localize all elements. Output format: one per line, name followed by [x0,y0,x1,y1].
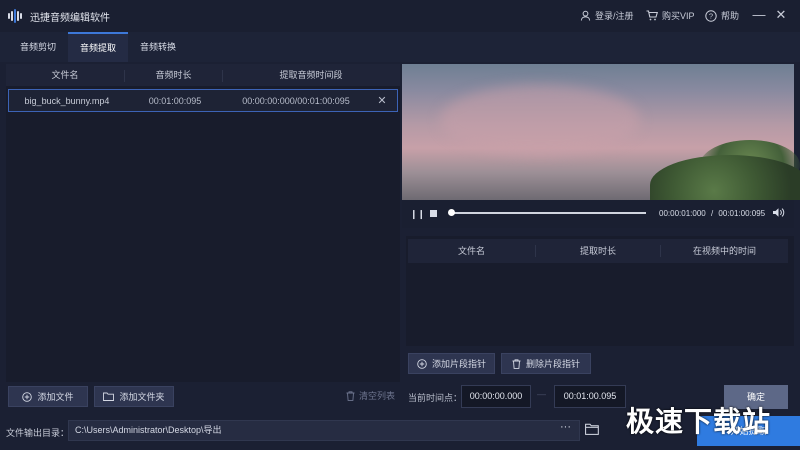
progress-handle[interactable] [448,209,455,216]
start-time-input[interactable]: 00:00:00.000 [461,385,531,408]
file-table-header: 文件名 音频时长 提取音频时间段 [6,64,400,86]
add-pointer-button[interactable]: 添加片段指针 [408,353,495,374]
login-label: 登录/注册 [595,11,634,21]
header-clip-duration: 提取时长 [579,246,616,256]
header-clip-filename: 文件名 [457,246,485,256]
app-logo-icon [8,9,24,23]
add-file-button[interactable]: 添加文件 [8,386,88,407]
plus-circle-icon [22,391,33,402]
time-separator: / [710,209,714,218]
time-point-label: 当前时间点： [408,393,463,403]
time-readout: 00:00:01:000 / 00:01:00:095 [659,209,765,218]
header-duration: 音频时长 [155,70,192,80]
watermark: 极速下载站 [626,406,772,437]
tab-audio-extract[interactable]: 音频提取 [68,32,128,62]
add-pointer-label: 添加片段指针 [431,359,486,369]
progress-slider[interactable] [450,212,646,214]
svg-text:?: ? [709,11,713,20]
trash-icon [346,390,355,401]
folder-icon [103,392,115,401]
buy-vip-link[interactable]: 购买VIP [646,9,695,22]
login-link[interactable]: 登录/注册 [580,9,634,22]
add-file-label: 添加文件 [37,392,74,402]
output-dir-input[interactable]: C:\Users\Administrator\Desktop\导出 [68,420,580,441]
header-extract-range: 提取音频时间段 [279,70,343,80]
browse-more-button[interactable]: ··· [560,421,571,433]
clear-list-label: 清空列表 [359,391,396,401]
header-filename: 文件名 [51,70,79,80]
plus-circle-icon [417,358,427,369]
add-folder-button[interactable]: 添加文件夹 [94,386,174,407]
buy-vip-label: 购买VIP [662,11,695,21]
delete-pointer-button[interactable]: 删除片段指针 [501,353,591,374]
table-row[interactable]: big_buck_bunny.mp4 00:01:00:095 00:00:00… [8,89,398,112]
remove-row-icon[interactable]: ✕ [367,94,397,107]
minimize-button[interactable]: — [752,8,766,22]
stop-button[interactable] [430,210,437,217]
close-icon: ✕ [775,7,787,22]
volume-icon [773,208,785,217]
end-time-input[interactable]: 00:01:00.095 [554,385,626,408]
clip-table-header: 文件名 提取时长 在视频中的时间 [408,239,788,263]
open-folder-button[interactable] [585,423,599,437]
video-frame-cloud [440,85,640,155]
help-label: 帮助 [721,11,740,21]
volume-button[interactable] [772,207,785,220]
add-folder-label: 添加文件夹 [119,392,165,402]
delete-pointer-label: 删除片段指针 [525,359,580,369]
row-filename: big_buck_bunny.mp4 [24,95,110,106]
app-title: 迅捷音频编辑软件 [30,13,110,24]
pause-button[interactable]: ❙❙ [410,209,425,220]
tab-audio-cut[interactable]: 音频剪切 [8,32,68,62]
help-icon: ? [705,9,717,22]
trash-icon [512,358,521,369]
tab-audio-convert[interactable]: 音频转换 [128,32,188,62]
folder-icon [585,423,599,435]
help-link[interactable]: ? 帮助 [705,9,739,22]
cart-icon [646,10,658,21]
close-button[interactable]: ✕ [774,8,788,22]
total-time: 00:01:00:095 [718,209,766,218]
output-dir-label: 文件输出目录： [6,428,70,438]
time-range-dash: — [537,389,546,399]
stop-icon [430,210,437,217]
pause-icon: ❙❙ [410,209,426,219]
row-duration: 00:01:00:095 [148,95,202,106]
user-icon [580,10,591,21]
row-range: 00:00:00:000/00:01:00:095 [242,95,350,106]
header-clip-time-in-video: 在视频中的时间 [692,246,756,256]
current-time: 00:00:01:000 [659,209,706,218]
minimize-icon: — [752,7,766,22]
clear-list-button[interactable]: 清空列表 [346,389,395,402]
